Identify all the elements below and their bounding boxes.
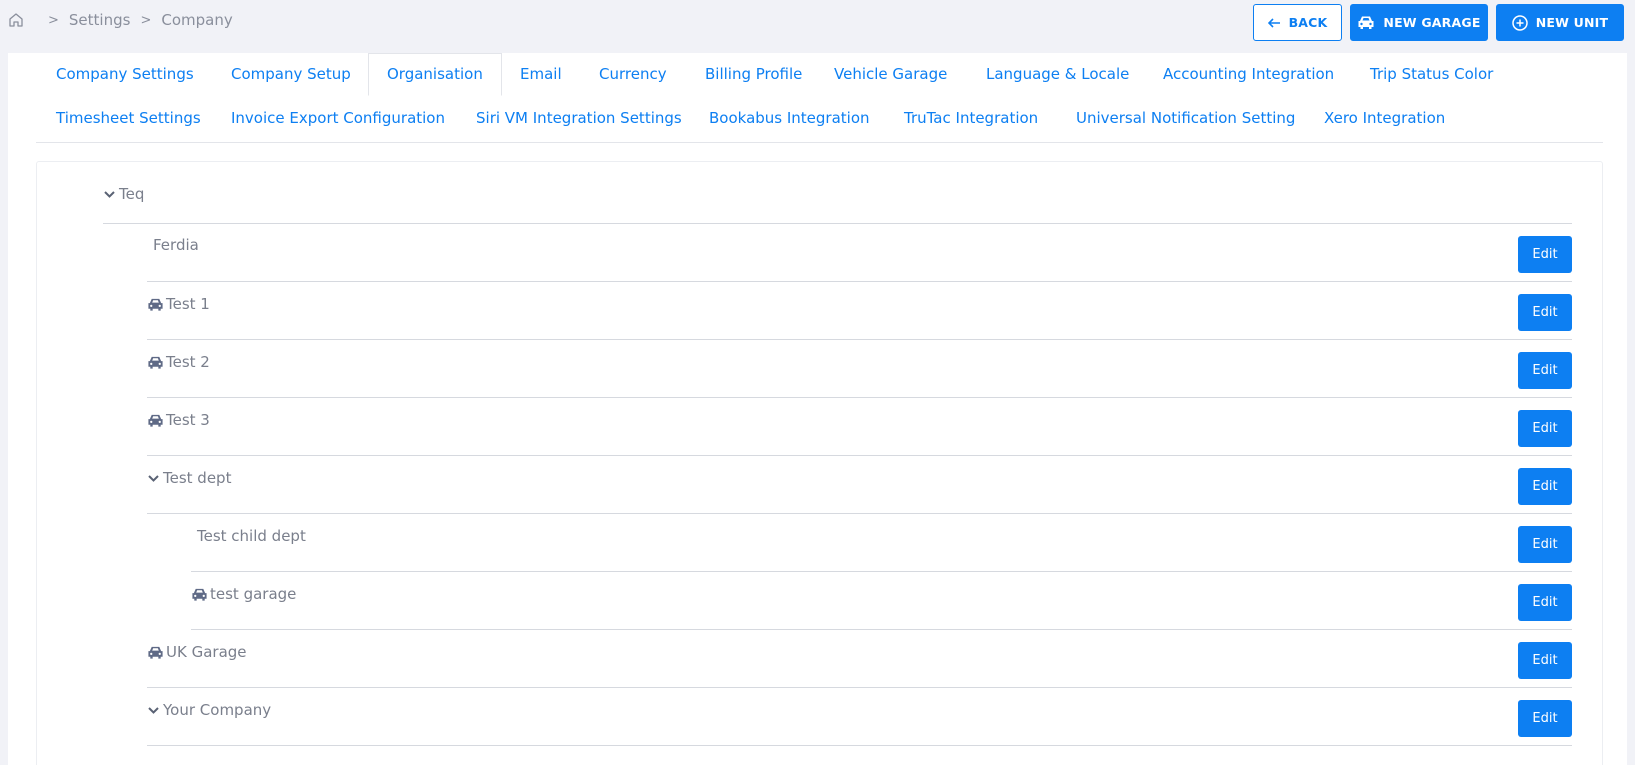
tree-item-label: test garage (210, 585, 297, 603)
tree-item-label: Ferdia (153, 236, 199, 254)
tree-item-label: Test 1 (166, 295, 210, 313)
tab-bar: Company Settings Company Setup Organisat… (36, 53, 1603, 143)
tree-row: UK Garage Edit (147, 630, 1572, 688)
edit-button[interactable]: Edit (1518, 584, 1572, 621)
home-icon[interactable] (8, 12, 24, 28)
tree-item[interactable]: Your Company (147, 701, 271, 719)
tab-universal-notification[interactable]: Universal Notification Setting (1076, 97, 1295, 140)
tab-invoice-export-configuration[interactable]: Invoice Export Configuration (231, 97, 445, 140)
tree-item[interactable]: Test dept (147, 469, 231, 487)
tree-item-label: UK Garage (166, 643, 247, 661)
tree-row: Your Company Edit (147, 688, 1572, 746)
tab-organisation[interactable]: Organisation (368, 53, 502, 96)
tab-timesheet-settings[interactable]: Timesheet Settings (56, 97, 201, 140)
edit-button[interactable]: Edit (1518, 294, 1572, 331)
tab-trutac-integration[interactable]: TruTac Integration (904, 97, 1038, 140)
back-button[interactable]: BACK (1253, 4, 1342, 41)
breadcrumb-settings[interactable]: Settings (69, 11, 131, 29)
car-icon (148, 356, 163, 369)
tree-item: Ferdia (153, 236, 199, 254)
tree-row: Test 2 Edit (147, 340, 1572, 398)
header-actions: BACK NEW GARAGE NEW UNIT (1253, 4, 1624, 41)
tree-item: test garage (191, 585, 296, 603)
tree-root-row: Teq (103, 162, 1572, 224)
car-icon (192, 588, 207, 601)
tab-company-setup[interactable]: Company Setup (231, 53, 351, 96)
tree-row: Test child dept Edit (191, 514, 1572, 572)
chevron-down-icon[interactable] (147, 472, 160, 485)
tree-row: Ferdia Edit (147, 224, 1572, 282)
tree-item: Test 3 (147, 411, 210, 429)
top-bar: > Settings > Company BACK NEW GARAGE NEW… (0, 0, 1635, 46)
tree-item: Test child dept (197, 527, 306, 545)
breadcrumb-company: Company (161, 11, 233, 29)
tab-email[interactable]: Email (520, 53, 562, 96)
edit-button[interactable]: Edit (1518, 468, 1572, 505)
tree-item-label: Test child dept (197, 527, 306, 545)
edit-button[interactable]: Edit (1518, 410, 1572, 447)
breadcrumb: > Settings > Company (8, 11, 233, 29)
tab-currency[interactable]: Currency (599, 53, 667, 96)
tree-item-label: Test 3 (166, 411, 210, 429)
edit-button[interactable]: Edit (1518, 236, 1572, 273)
tab-xero-integration[interactable]: Xero Integration (1324, 97, 1445, 140)
edit-button[interactable]: Edit (1518, 526, 1572, 563)
new-unit-label: NEW UNIT (1535, 15, 1609, 30)
chevron-right-icon: > (140, 12, 152, 28)
tree-item: Test 2 (147, 353, 210, 371)
plus-circle-icon (1511, 14, 1528, 31)
tree-item: Test 1 (147, 295, 210, 313)
chevron-down-icon[interactable] (147, 704, 160, 717)
tree-row: Test dept Edit (147, 456, 1572, 514)
tab-trip-status-color[interactable]: Trip Status Color (1370, 53, 1493, 96)
tab-billing-profile[interactable]: Billing Profile (705, 53, 802, 96)
car-icon (1358, 16, 1374, 29)
edit-button[interactable]: Edit (1518, 642, 1572, 679)
car-icon (148, 414, 163, 427)
edit-button[interactable]: Edit (1518, 352, 1572, 389)
back-button-label: BACK (1288, 15, 1328, 30)
chevron-down-icon[interactable] (103, 188, 116, 201)
chevron-right-icon: > (48, 12, 59, 28)
tree-row: test garage Edit (191, 572, 1572, 630)
tab-siri-vm-integration[interactable]: Siri VM Integration Settings (476, 97, 682, 140)
tree-root-label: Teq (119, 185, 145, 203)
tree-item-label: Your Company (163, 701, 272, 719)
tree-row: Test 3 Edit (147, 398, 1572, 456)
tab-bookabus-integration[interactable]: Bookabus Integration (709, 97, 870, 140)
new-garage-label: NEW GARAGE (1383, 15, 1481, 30)
tab-company-settings[interactable]: Company Settings (56, 53, 194, 96)
tab-vehicle-garage[interactable]: Vehicle Garage (834, 53, 947, 96)
new-garage-button[interactable]: NEW GARAGE (1350, 4, 1488, 41)
car-icon (148, 298, 163, 311)
tree-item: UK Garage (147, 643, 247, 661)
tree-item-label: Test dept (163, 469, 232, 487)
new-unit-button[interactable]: NEW UNIT (1496, 4, 1624, 41)
car-icon (148, 646, 163, 659)
organisation-tree: Teq Ferdia Edit Test 1 Edit Test 2 Edit (36, 161, 1603, 765)
settings-card: Company Settings Company Setup Organisat… (8, 53, 1627, 765)
arrow-left-icon (1267, 17, 1280, 28)
tab-accounting-integration[interactable]: Accounting Integration (1163, 53, 1334, 96)
tree-root[interactable]: Teq (103, 185, 144, 203)
edit-button[interactable]: Edit (1518, 700, 1572, 737)
tree-row: Test 1 Edit (147, 282, 1572, 340)
tab-language-locale[interactable]: Language & Locale (986, 53, 1129, 96)
tree-item-label: Test 2 (166, 353, 210, 371)
